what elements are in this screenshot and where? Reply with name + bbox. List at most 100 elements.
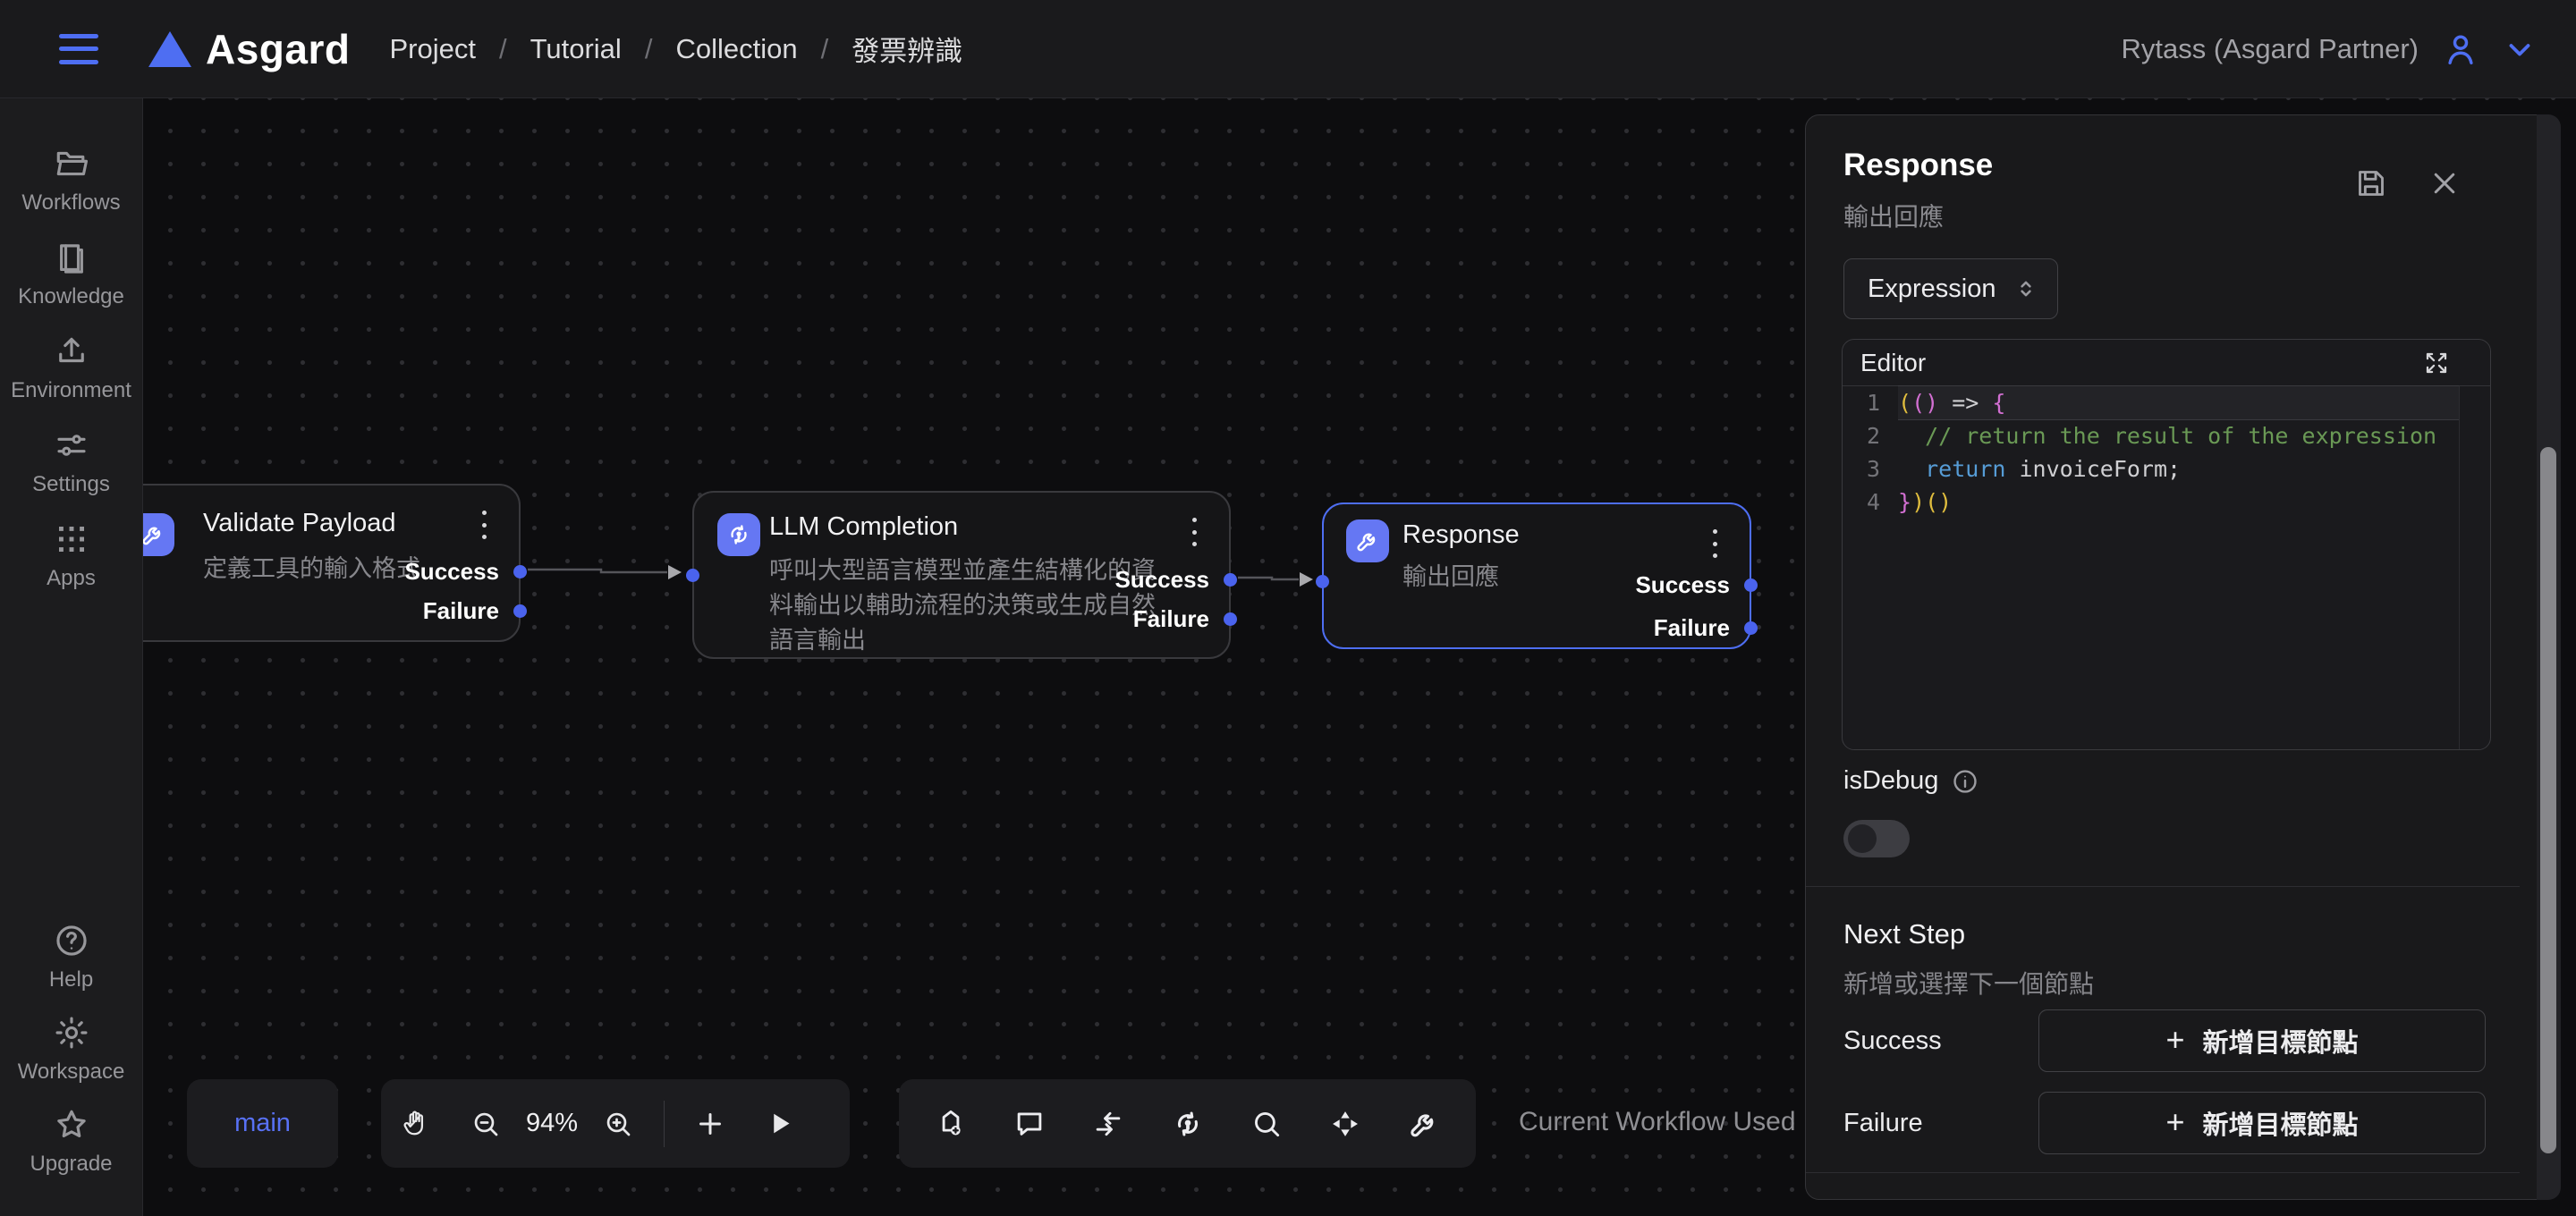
view-toolbar: 94% — [381, 1079, 850, 1168]
editor-scroll-rail — [2459, 386, 2460, 749]
branch-pill[interactable]: main — [187, 1079, 338, 1168]
plus-icon: + — [2165, 1106, 2184, 1138]
breadcrumb-item[interactable]: Tutorial — [530, 33, 622, 65]
sidebar-item-workspace[interactable]: Workspace — [0, 1014, 143, 1085]
top-bar: Asgard Project/Tutorial/Collection/發票辨識 … — [0, 0, 2576, 98]
node-title: Validate Payload — [203, 509, 396, 538]
node-menu-kebab-icon[interactable] — [1703, 526, 1726, 562]
sidebar-item-environment[interactable]: Environment — [0, 333, 143, 403]
next-step-row: Success+新增目標節點 — [1843, 1009, 2486, 1072]
node-response[interactable]: Response 輸出回應 Success Failure — [1322, 502, 1751, 649]
breadcrumb: Project/Tutorial/Collection/發票辨識 — [389, 29, 962, 69]
node-llm-completion[interactable]: LLM Completion 呼叫大型語言模型並產生結構化的資料輸出以輔助流程的… — [692, 491, 1231, 659]
branch-label: main — [234, 1109, 291, 1138]
breadcrumb-item[interactable]: Project — [389, 33, 475, 65]
save-icon[interactable] — [2353, 165, 2389, 201]
port-success-dot[interactable] — [513, 565, 527, 578]
add-target-node-button[interactable]: +新增目標節點 — [2038, 1092, 2486, 1154]
port-failure-dot[interactable] — [1744, 621, 1758, 635]
star-icon — [53, 1106, 90, 1144]
zoom-level: 94% — [521, 1109, 583, 1138]
next-step-title: Next Step — [1843, 918, 1965, 950]
code-line[interactable]: 4})() — [1843, 486, 2490, 519]
panel-title: Response — [1843, 148, 1993, 183]
llm-icon[interactable] — [1161, 1097, 1215, 1151]
node-menu-kebab-icon[interactable] — [472, 507, 496, 543]
sidebar-item-settings[interactable]: Settings — [0, 426, 143, 497]
sidebar-item-label: Knowledge — [18, 284, 124, 309]
wrench-icon — [1346, 519, 1389, 562]
next-step-subtitle: 新增或選擇下一個節點 — [1843, 965, 2094, 1001]
port-success-dot[interactable] — [1224, 573, 1237, 587]
plus-icon[interactable] — [675, 1108, 745, 1140]
breadcrumb-item[interactable]: Collection — [675, 33, 797, 65]
isdebug-toggle[interactable] — [1843, 820, 1910, 857]
page-scrollbar-thumb[interactable] — [2540, 447, 2556, 1153]
node-menu-kebab-icon[interactable] — [1182, 514, 1206, 550]
sidebar-item-apps[interactable]: Apps — [0, 520, 143, 591]
comment-icon[interactable] — [1003, 1097, 1056, 1151]
play-icon[interactable] — [745, 1108, 815, 1140]
sidebar-item-workflows[interactable]: Workflows — [0, 145, 143, 215]
node-validate-payload[interactable]: Validate Payload 定義工具的輸入格式 Success Failu… — [143, 484, 521, 642]
hand-icon[interactable] — [381, 1108, 451, 1140]
line-number: 3 — [1843, 456, 1898, 482]
person-icon[interactable] — [2440, 29, 2481, 70]
sliders-icon — [53, 426, 90, 464]
expand-icon[interactable] — [2422, 349, 2451, 377]
swap-arrows-icon[interactable] — [1081, 1097, 1135, 1151]
port-failure-dot[interactable] — [513, 604, 527, 618]
zoom-out-icon[interactable] — [451, 1108, 521, 1140]
editor-body[interactable]: 1(() => {2 // return the result of the e… — [1843, 386, 2490, 749]
node-title: Response — [1402, 520, 1520, 550]
triangle-logo — [148, 31, 191, 67]
breadcrumb-item[interactable]: 發票辨識 — [852, 29, 962, 69]
info-icon[interactable] — [1951, 767, 1979, 796]
grid-icon — [53, 520, 90, 558]
next-step-row: Failure+新增目標節點 — [1843, 1092, 2486, 1154]
port-input-dot[interactable] — [686, 569, 699, 582]
next-step-port-label: Failure — [1843, 1109, 2038, 1138]
editor-label: Editor — [1860, 349, 1926, 377]
close-icon[interactable] — [2428, 167, 2461, 199]
add-target-node-button[interactable]: +新增目標節點 — [2038, 1009, 2486, 1072]
node-title: LLM Completion — [769, 512, 958, 542]
line-number: 2 — [1843, 423, 1898, 449]
select-chevrons-icon — [2012, 275, 2039, 302]
port-input-dot[interactable] — [1316, 575, 1329, 588]
port-failure-label: Failure — [423, 597, 499, 624]
workflow-status-text: Current Workflow Used — [1519, 1107, 1796, 1137]
code-line[interactable]: 2 // return the result of the expression — [1843, 419, 2490, 452]
sidebar-item-label: Workspace — [18, 1060, 125, 1085]
sidebar-item-label: Apps — [47, 566, 96, 591]
code-line[interactable]: 1(() => { — [1843, 386, 2490, 419]
breadcrumb-separator: / — [499, 33, 507, 65]
code-line[interactable]: 3 return invoiceForm; — [1843, 452, 2490, 486]
add-node-icon[interactable] — [924, 1097, 978, 1151]
sidebar-item-knowledge[interactable]: Knowledge — [0, 239, 143, 309]
sidebar-item-help[interactable]: Help — [0, 922, 143, 992]
port-failure-dot[interactable] — [1224, 612, 1237, 626]
chevron-down-icon[interactable] — [2503, 32, 2537, 66]
sidebar-item-label: Settings — [32, 472, 110, 497]
port-failure-label: Failure — [1133, 605, 1209, 632]
folder-icon — [53, 145, 90, 182]
wrench-icon[interactable] — [1397, 1097, 1451, 1151]
hamburger-icon[interactable] — [59, 34, 98, 64]
port-failure-label: Failure — [1654, 614, 1730, 641]
line-number: 4 — [1843, 489, 1898, 515]
navigate-icon[interactable] — [1318, 1097, 1372, 1151]
sidebar-item-upgrade[interactable]: Upgrade — [0, 1106, 143, 1177]
account-name: Rytass (Asgard Partner) — [2122, 33, 2419, 65]
zoom-in-icon[interactable] — [583, 1108, 653, 1140]
response-properties-panel: Response 輸出回應 Expression Editor 1(() => … — [1805, 114, 2560, 1200]
expression-type-select[interactable]: Expression — [1843, 258, 2058, 319]
panel-footer-divider — [1806, 1172, 2520, 1173]
sidebar-item-label: Help — [49, 967, 93, 992]
sidebar-item-label: Environment — [11, 378, 131, 403]
search-icon[interactable] — [1240, 1097, 1293, 1151]
port-success-dot[interactable] — [1744, 578, 1758, 592]
account-area: Rytass (Asgard Partner) — [2122, 29, 2538, 70]
port-success-label: Success — [404, 558, 499, 585]
node-subtitle: 定義工具的輸入格式 — [203, 552, 420, 587]
